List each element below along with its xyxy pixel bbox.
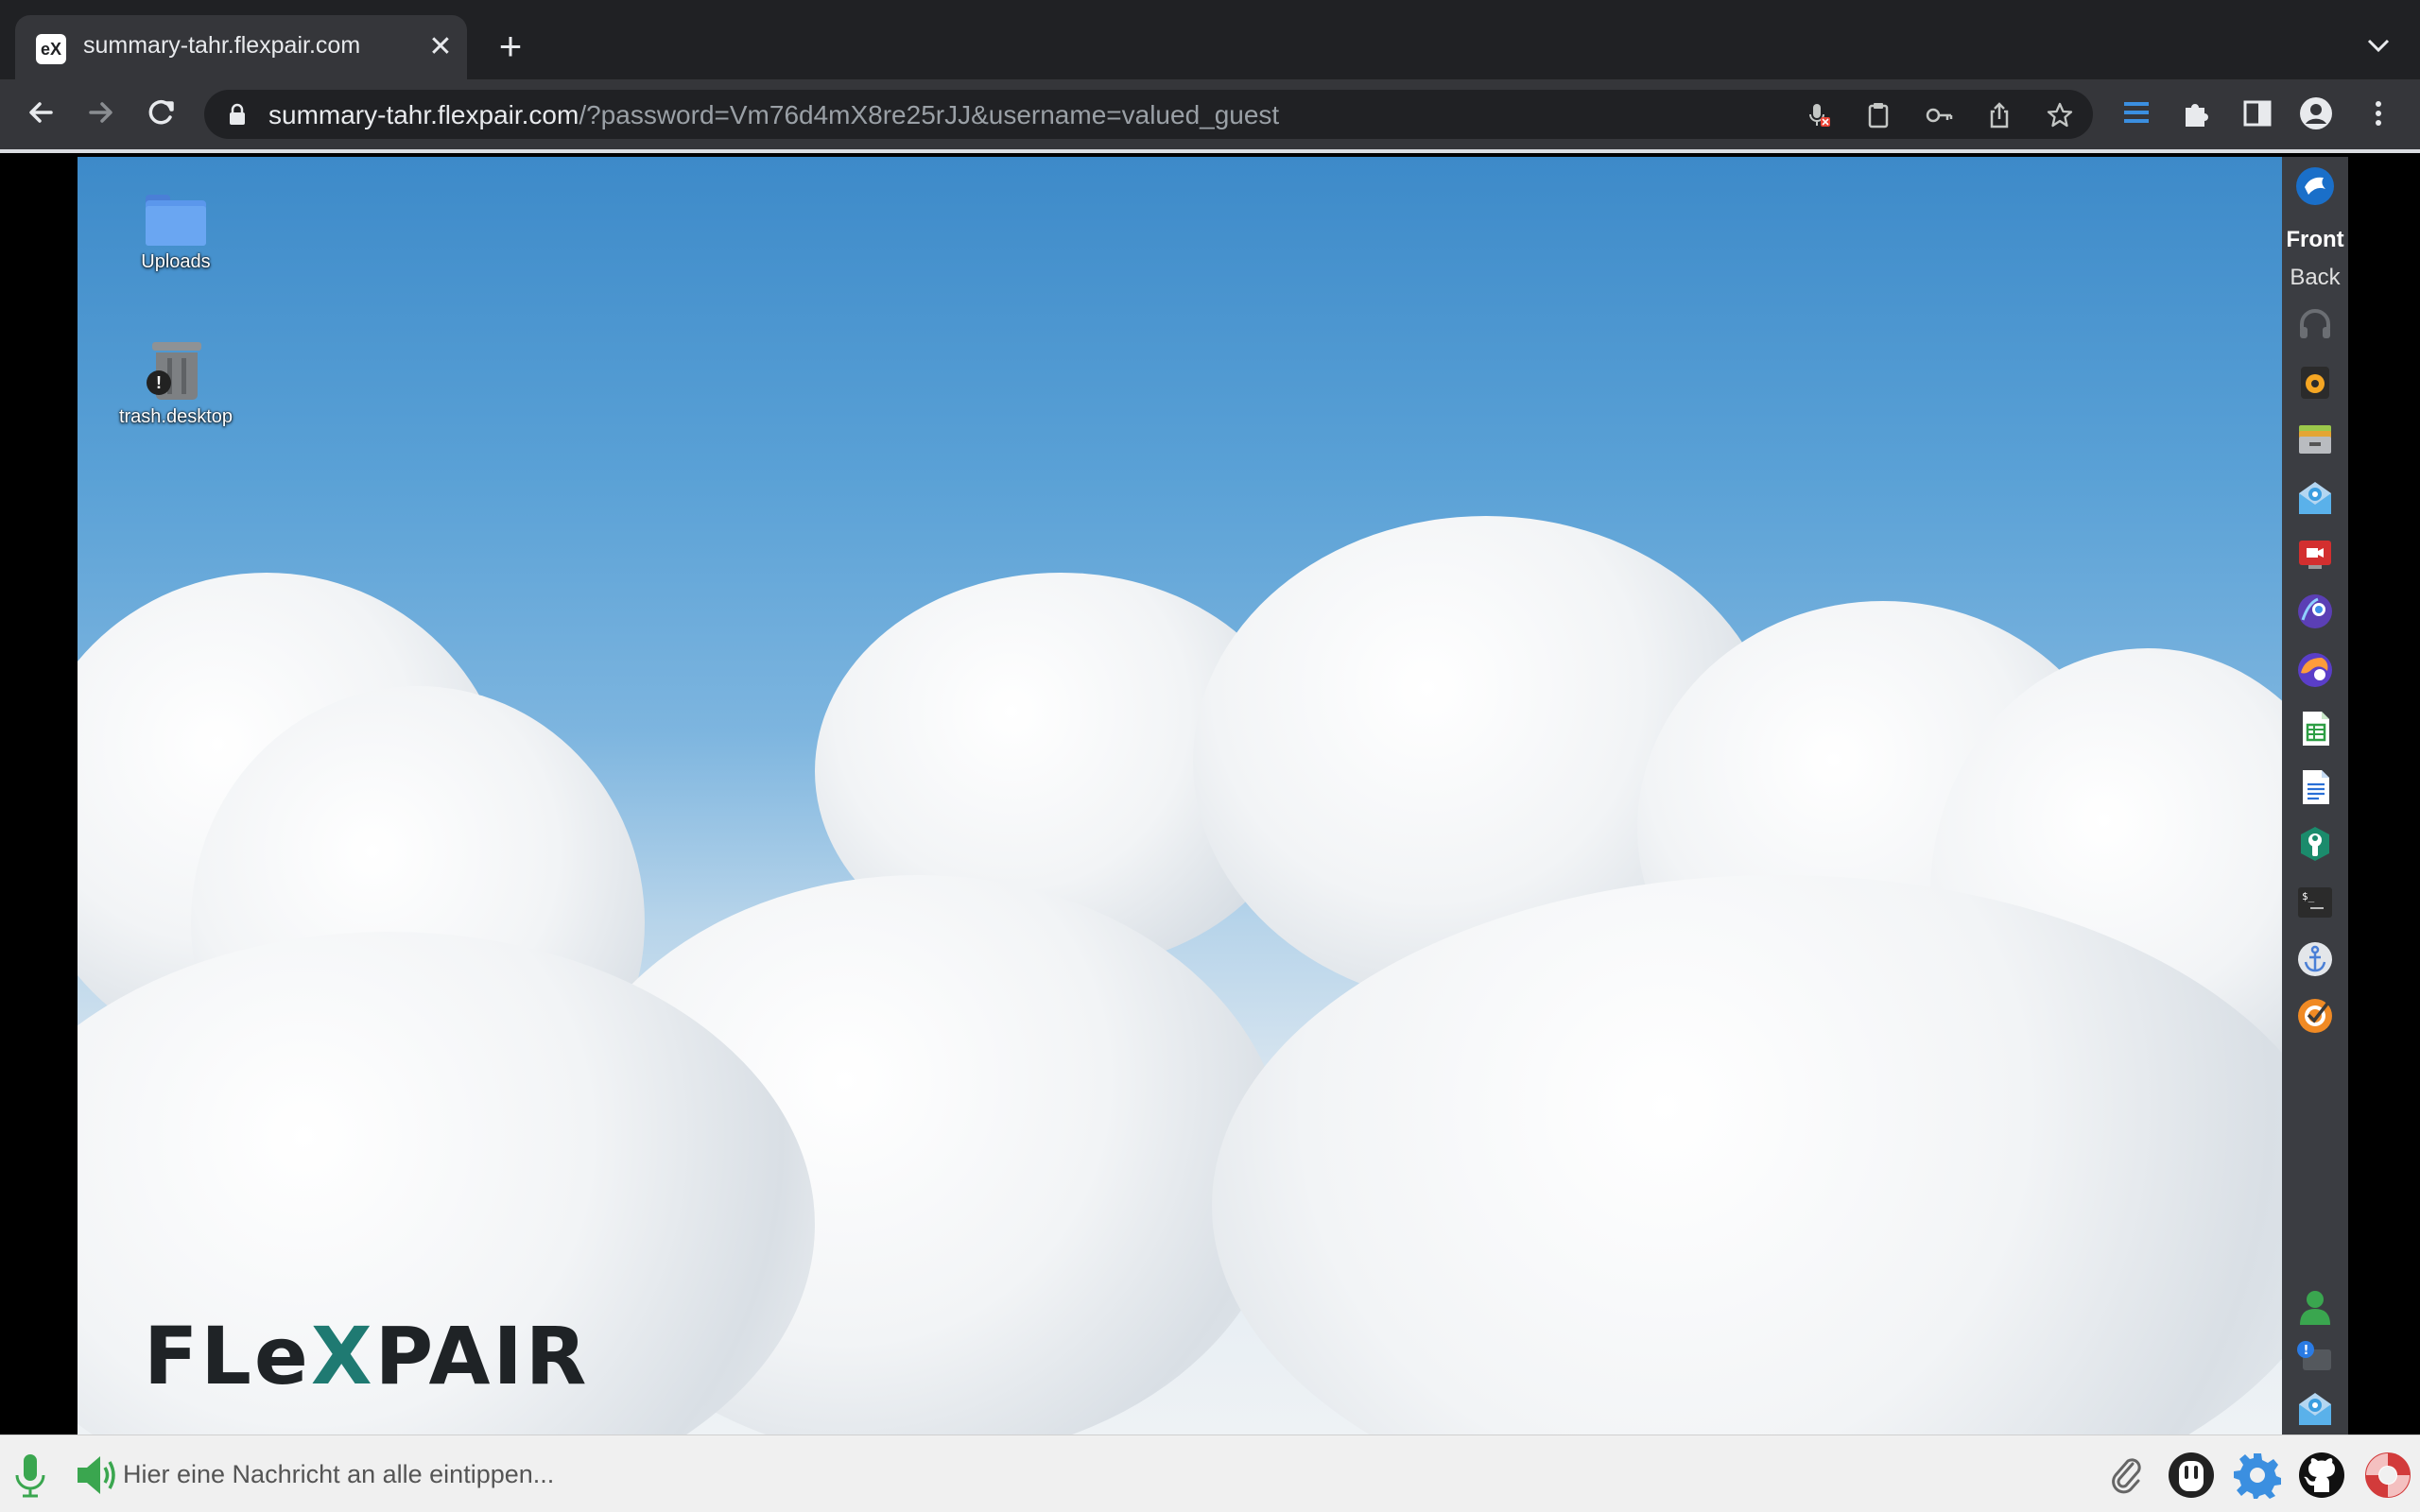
new-tab-button[interactable]: +	[492, 26, 529, 66]
speaker-icon[interactable]	[2295, 363, 2335, 403]
trash-icon: !	[147, 342, 203, 401]
document-icon[interactable]	[2295, 767, 2335, 807]
speaker-volume-icon[interactable]	[72, 1451, 119, 1500]
clipboard-icon[interactable]	[1864, 101, 1893, 129]
forward-icon[interactable]	[79, 91, 123, 134]
lock-icon[interactable]	[227, 103, 248, 126]
settings-gear-icon[interactable]	[2233, 1451, 2282, 1500]
anchor-icon[interactable]	[2295, 939, 2335, 979]
dock-front-label[interactable]: Front	[2282, 227, 2348, 253]
side-panel-icon[interactable]	[2240, 96, 2274, 130]
viewport-margin	[2348, 153, 2420, 1435]
help-lifebuoy-icon[interactable]	[2363, 1451, 2412, 1500]
archive-icon[interactable]	[2295, 420, 2335, 459]
attachment-paperclip-icon[interactable]	[2108, 1451, 2146, 1500]
site-favicon-icon: eX	[36, 34, 66, 64]
back-icon[interactable]	[19, 91, 62, 134]
flexpair-logo: FLeXPAIR	[144, 1310, 590, 1402]
thunderbird-icon[interactable]	[2295, 166, 2335, 206]
chat-message-input[interactable]	[123, 1451, 2089, 1498]
share-icon[interactable]	[1985, 101, 2014, 129]
wrench-icon[interactable]	[2295, 824, 2335, 864]
extensions-puzzle-icon[interactable]	[2180, 96, 2214, 130]
address-bar[interactable]: summary-tahr.flexpair.com/?password=Vm76…	[204, 90, 2093, 139]
bottom-bar	[0, 1435, 2420, 1512]
terminal-icon[interactable]: $_	[2295, 883, 2335, 922]
tab-search-chevron-icon[interactable]	[2360, 26, 2397, 64]
browser-tab[interactable]: eX summary-tahr.flexpair.com ✕	[15, 15, 467, 79]
svg-text:$_: $_	[2302, 890, 2315, 902]
profile-icon[interactable]	[2299, 96, 2333, 130]
mail-icon[interactable]	[2295, 1389, 2335, 1429]
user-icon[interactable]	[2295, 1287, 2335, 1327]
desktop-icon-uploads[interactable]: Uploads	[110, 195, 242, 273]
browser-toolbar: summary-tahr.flexpair.com/?password=Vm76…	[0, 79, 2420, 149]
github-icon[interactable]	[2297, 1451, 2346, 1500]
desktop-wallpaper[interactable]: Uploads ! trash.desktop FLeXPAIR	[78, 157, 2282, 1435]
tab-close-icon[interactable]: ✕	[424, 30, 458, 64]
browser-icon[interactable]	[2295, 650, 2335, 690]
headphones-icon[interactable]	[2295, 304, 2335, 344]
video-call-icon[interactable]	[2295, 535, 2335, 575]
app-dock: Front Back $_ !	[2282, 157, 2348, 1435]
tab-title: summary-tahr.flexpair.com	[83, 32, 361, 59]
reload-icon[interactable]	[140, 91, 183, 134]
folder-icon	[146, 195, 206, 246]
orange-app-icon[interactable]	[2295, 996, 2335, 1036]
spreadsheet-icon[interactable]	[2295, 709, 2335, 748]
keyboard-shortcuts-icon[interactable]	[2167, 1451, 2216, 1500]
tab-strip: eX summary-tahr.flexpair.com ✕ +	[0, 0, 2420, 79]
microphone-icon[interactable]	[8, 1451, 53, 1500]
bookmark-star-icon[interactable]	[2046, 101, 2074, 129]
remote-viewport: Uploads ! trash.desktop FLeXPAIR Front B…	[0, 153, 2420, 1435]
privacy-icon[interactable]	[2295, 592, 2335, 631]
desktop-icon-trash[interactable]: ! trash.desktop	[110, 342, 242, 428]
notification-icon[interactable]: !	[2295, 1338, 2335, 1378]
url-text[interactable]: summary-tahr.flexpair.com/?password=Vm76…	[268, 100, 1279, 130]
key-icon[interactable]	[1925, 101, 1953, 129]
desktop-icon-label: trash.desktop	[118, 406, 233, 427]
dock-back-label[interactable]: Back	[2282, 265, 2348, 291]
desktop-icon-label: Uploads	[141, 251, 211, 272]
svg-text:!: !	[2304, 1344, 2309, 1358]
mic-blocked-icon[interactable]	[1804, 101, 1832, 129]
mail-settings-icon[interactable]	[2295, 478, 2335, 518]
extension-lines-icon[interactable]	[2119, 96, 2153, 130]
menu-kebab-icon[interactable]	[2361, 96, 2395, 130]
